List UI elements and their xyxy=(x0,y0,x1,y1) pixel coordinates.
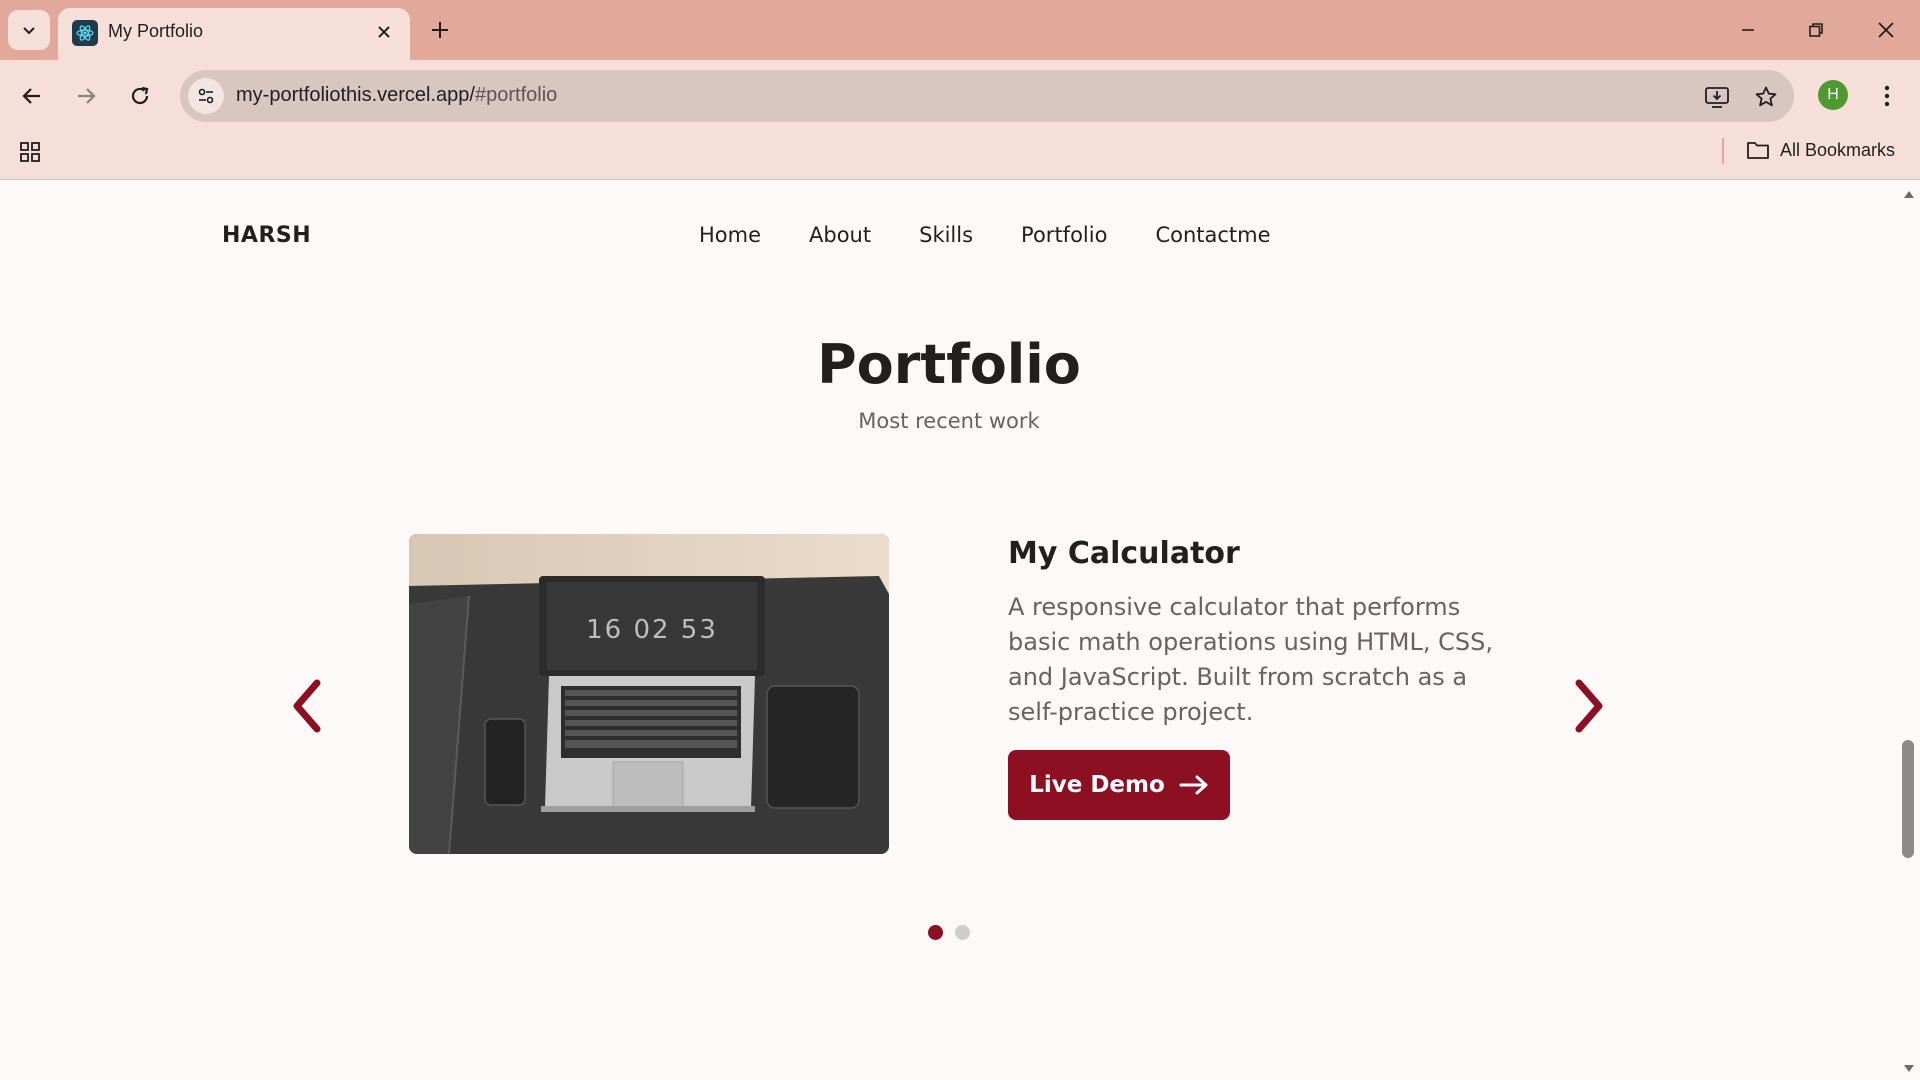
restore-button[interactable] xyxy=(1792,10,1840,50)
laptop-clock-text: 16 02 53 xyxy=(586,615,718,645)
tune-icon xyxy=(198,88,214,104)
portfolio-title: Portfolio xyxy=(817,333,1081,396)
all-bookmarks-label: All Bookmarks xyxy=(1780,139,1896,160)
reload-button[interactable] xyxy=(120,76,160,116)
chevron-left-icon xyxy=(293,679,321,733)
new-tab-button[interactable] xyxy=(424,14,456,46)
address-bar[interactable]: my-portfoliothis.vercel.app/#portfolio xyxy=(180,70,1794,122)
star-icon xyxy=(1755,86,1777,107)
more-vert-icon xyxy=(1884,85,1890,107)
next-slide-button[interactable] xyxy=(1564,676,1614,736)
close-window-button[interactable] xyxy=(1862,10,1910,50)
project-title: My Calculator xyxy=(1008,536,1240,571)
page-content: HARSH Home About Skills Portfolio Contac… xyxy=(0,181,1920,1080)
forward-button[interactable] xyxy=(66,76,106,116)
nav-link-contactme[interactable]: Contactme xyxy=(1155,223,1270,247)
minimize-button[interactable] xyxy=(1724,10,1772,50)
portfolio-subtitle: Most recent work xyxy=(858,409,1040,433)
scroll-down-arrow-icon[interactable] xyxy=(1903,1064,1915,1074)
site-info-button[interactable] xyxy=(188,78,224,114)
restore-icon xyxy=(1809,23,1823,37)
install-icon xyxy=(1705,87,1729,108)
bookmark-star-button[interactable] xyxy=(1751,82,1781,112)
site-nav: Home About Skills Portfolio Contactme xyxy=(699,223,1271,247)
slide-pagination xyxy=(928,925,970,940)
url-host: my-portfoliothis.vercel.app/ xyxy=(236,84,475,106)
tab-close-button[interactable] xyxy=(372,20,396,44)
tab-strip: My Portfolio xyxy=(0,0,1920,60)
project-image: 16 02 53 xyxy=(409,534,889,854)
site-logo[interactable]: HARSH xyxy=(222,223,311,248)
apps-button[interactable] xyxy=(14,136,46,168)
live-demo-label: Live Demo xyxy=(1029,772,1165,798)
all-bookmarks-button[interactable]: All Bookmarks xyxy=(1746,134,1895,166)
react-icon xyxy=(72,20,98,46)
reload-icon xyxy=(131,86,149,105)
install-app-button[interactable] xyxy=(1702,82,1732,112)
tab-title: My Portfolio xyxy=(108,21,204,41)
chevron-down-icon xyxy=(23,27,35,35)
arrow-right-icon xyxy=(1179,775,1208,795)
scrollbar-thumb[interactable] xyxy=(1902,740,1914,858)
profile-avatar[interactable]: H xyxy=(1818,80,1848,110)
nav-link-about[interactable]: About xyxy=(809,223,871,247)
arrow-right-icon xyxy=(78,88,96,104)
apps-grid-icon xyxy=(20,142,40,162)
arrow-left-icon xyxy=(22,88,40,104)
slide-dot-1[interactable] xyxy=(928,925,943,940)
scroll-up-arrow-icon[interactable] xyxy=(1903,189,1915,199)
browser-tab[interactable]: My Portfolio xyxy=(58,8,410,60)
back-button[interactable] xyxy=(12,76,52,116)
url-path: #portfolio xyxy=(474,84,558,106)
bookmarks-divider xyxy=(1722,138,1724,164)
project-description: A responsive calculator that performs ba… xyxy=(1008,593,1493,726)
nav-link-portfolio[interactable]: Portfolio xyxy=(1021,223,1107,247)
nav-link-home[interactable]: Home xyxy=(699,223,761,247)
close-icon xyxy=(378,26,390,38)
plus-icon xyxy=(432,22,448,38)
browser-toolbar: my-portfoliothis.vercel.app/#portfolio H… xyxy=(0,60,1920,180)
chevron-right-icon xyxy=(1575,679,1603,733)
tab-search-button[interactable] xyxy=(8,10,50,50)
prev-slide-button[interactable] xyxy=(282,676,332,736)
slide-dot-2[interactable] xyxy=(955,925,970,940)
folder-icon xyxy=(1747,142,1769,159)
url-text: my-portfoliothis.vercel.app/#portfolio xyxy=(236,84,557,107)
browser-menu-button[interactable] xyxy=(1872,76,1902,116)
live-demo-button[interactable]: Live Demo xyxy=(1008,750,1230,820)
minimize-icon xyxy=(1742,29,1754,31)
page-scrollbar[interactable] xyxy=(1898,181,1920,1080)
close-icon xyxy=(1878,22,1894,38)
nav-link-skills[interactable]: Skills xyxy=(919,223,973,247)
